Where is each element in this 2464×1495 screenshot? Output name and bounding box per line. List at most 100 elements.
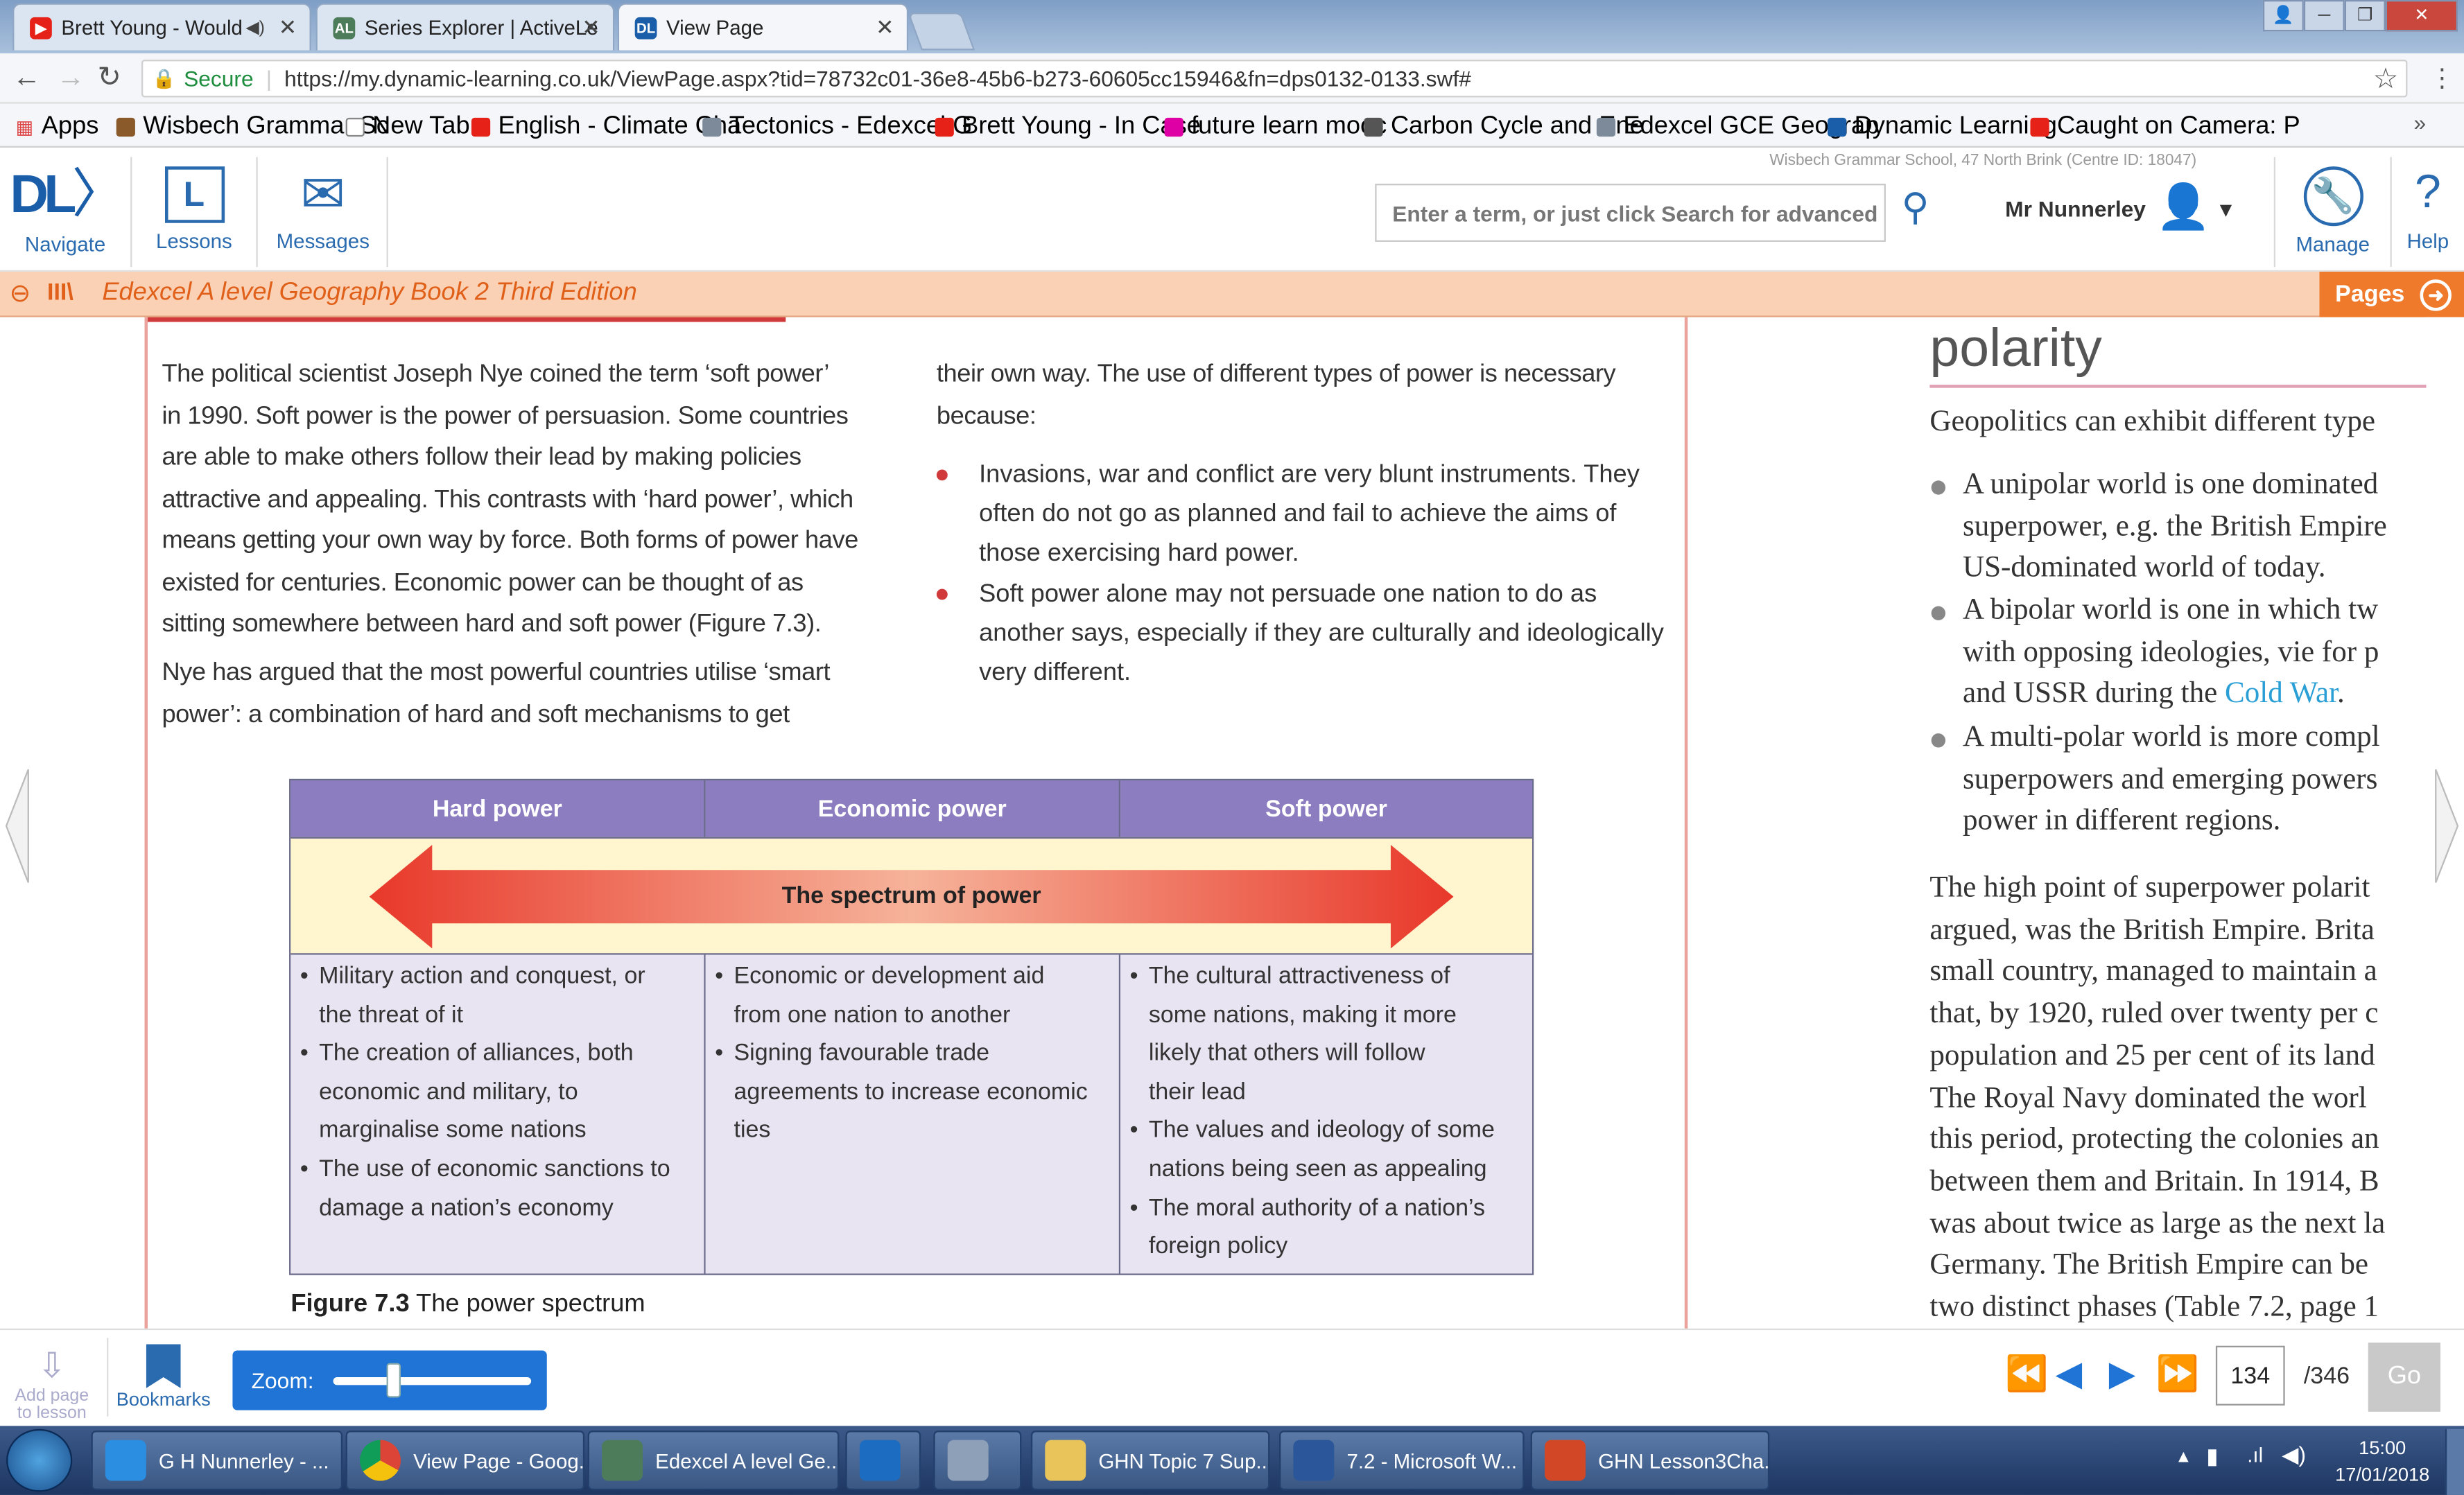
dl-logo-icon: DL〉	[10, 164, 125, 225]
secure-label: Secure	[184, 66, 254, 91]
last-page-icon[interactable]: ⏩	[2156, 1354, 2199, 1395]
bookmark-dynamic-learning[interactable]: Dynamic Learning	[1828, 113, 2057, 141]
close-tab-icon[interactable]: ✕	[582, 14, 600, 41]
arrow-right-icon: ➜	[2420, 279, 2452, 311]
star-icon[interactable]: ☆	[2373, 63, 2399, 96]
tray-expand-icon[interactable]: ▲	[2175, 1448, 2192, 1467]
previous-page-icon[interactable]: ◀	[2056, 1354, 2082, 1395]
go-button[interactable]: Go	[2368, 1343, 2441, 1412]
next-page-arrow-icon[interactable]	[2433, 767, 2461, 886]
word-icon	[1293, 1440, 1335, 1481]
start-button[interactable]	[6, 1428, 73, 1492]
page-top-rule	[148, 317, 786, 322]
lessons-button[interactable]: L Lessons	[132, 157, 258, 268]
help-button[interactable]: ? Help	[2392, 157, 2464, 268]
system-clock[interactable]: 15:00 17/01/2018	[2329, 1435, 2436, 1489]
signal-icon[interactable]: .ıl	[2247, 1443, 2263, 1467]
maximize-button[interactable]: ❐	[2344, 0, 2386, 32]
bookmark-new-tab[interactable]: New Tab	[345, 113, 470, 141]
user-dropdown-icon[interactable]: ▼	[2216, 198, 2236, 221]
next-page-icon[interactable]: ▶	[2109, 1354, 2135, 1395]
bookmark-caught-on-camera[interactable]: Caught on Camera: P	[2030, 113, 2300, 141]
bookmark-tectonics[interactable]: Tectonics - Edexcel G	[702, 113, 972, 141]
spectrum-row: The spectrum of power	[290, 837, 1532, 955]
taskbar-explorer[interactable]: GHN Topic 7 Sup...	[1030, 1431, 1270, 1491]
soft-power-list: The cultural attractiveness ofsome natio…	[1130, 958, 1495, 1267]
powerpoint-icon	[1545, 1440, 1586, 1481]
chrome-icon	[360, 1440, 401, 1481]
list-item: The cultural attractiveness ofsome natio…	[1130, 958, 1495, 1112]
tab-brett-young[interactable]: ▶ Brett Young - Would ◀) ✕	[12, 3, 311, 51]
book-title: Edexcel A level Geography Book 2 Third E…	[102, 279, 637, 306]
header-soft-power: Soft power	[1120, 780, 1532, 837]
question-icon: ?	[2414, 166, 2441, 218]
header-hard-power: Hard power	[290, 780, 706, 837]
reload-icon[interactable]: ↻	[98, 61, 121, 94]
envelope-icon: ✉	[300, 164, 346, 225]
taskbar-powerpoint[interactable]: GHN Lesson3Cha...	[1530, 1431, 1770, 1491]
bookmark-brett-young[interactable]: Brett Young - In Case	[935, 113, 1201, 141]
volume-icon[interactable]: ◀)	[2282, 1442, 2306, 1469]
search-input[interactable]: Enter a term, or just click Search for a…	[1375, 184, 1886, 242]
bullet-multipolar: A multi-polar world is more compl superp…	[1931, 717, 2380, 843]
previous-page-arrow-icon[interactable]	[3, 767, 32, 886]
zoom-track[interactable]	[333, 1377, 532, 1385]
bookmark-futurelearn[interactable]: future learn mooc	[1164, 113, 1387, 141]
bookmark-english[interactable]: English - Climate Cha	[471, 113, 741, 141]
taskbar-activelearn[interactable]: Edexcel A level Ge...	[587, 1431, 840, 1491]
add-page-icon: ⇩	[37, 1345, 67, 1385]
user-profile-icon[interactable]: 👤	[2262, 0, 2304, 32]
close-window-button[interactable]: ✕	[2385, 0, 2458, 32]
minimize-button[interactable]: ─	[2303, 0, 2345, 32]
manage-button[interactable]: 🔧 Manage	[2273, 157, 2392, 268]
add-page-button[interactable]: ⇩ Add page to lesson	[6, 1344, 97, 1422]
close-tab-icon[interactable]: ✕	[279, 14, 297, 41]
figure-caption: Figure 7.3 The power spectrum	[290, 1291, 645, 1318]
bookmark-apps[interactable]: ▦ Apps	[16, 113, 99, 141]
audio-icon: ◀)	[245, 19, 265, 38]
taskbar-chrome[interactable]: View Page - Goog...	[345, 1431, 585, 1491]
page-number-input[interactable]: 134	[2215, 1345, 2285, 1406]
library-icon[interactable]: III\	[47, 279, 73, 306]
lock-icon: 🔒	[152, 67, 176, 90]
more-bookmarks-icon[interactable]: »	[2413, 110, 2426, 135]
search-icon[interactable]: ⚲	[1902, 185, 1929, 231]
activelearn-icon	[602, 1440, 643, 1481]
taskbar-program[interactable]	[933, 1431, 1022, 1491]
wrench-icon: 🔧	[2302, 166, 2363, 227]
close-tab-icon[interactable]: ✕	[876, 14, 894, 41]
navigate-button[interactable]: DL〉 Navigate	[0, 157, 132, 268]
url-text: https://my.dynamic-learning.co.uk/ViewPa…	[284, 66, 1471, 91]
intro-text: Geopolitics can exhibit different type	[1929, 405, 2376, 439]
pages-button[interactable]: Pages ➜	[2319, 271, 2464, 317]
activelearn-icon: AL	[333, 16, 356, 39]
menu-icon[interactable]: ⋮	[2429, 63, 2454, 94]
youtube-icon	[2030, 117, 2049, 137]
tab-series-explorer[interactable]: AL Series Explorer | ActiveLe ✕	[315, 3, 615, 51]
user-avatar-icon[interactable]: 👤	[2156, 181, 2211, 233]
taskbar-outlook[interactable]	[845, 1431, 921, 1491]
forward-icon[interactable]: →	[57, 61, 85, 94]
zoom-slider-handle[interactable]	[386, 1363, 401, 1398]
network-icon[interactable]: ▮	[2206, 1443, 2218, 1470]
taskbar-word[interactable]: 7.2 - Microsoft W...	[1279, 1431, 1525, 1491]
back-arrow-icon[interactable]: ⊖	[10, 278, 31, 309]
school-crest-icon	[116, 117, 135, 137]
list-item: Military action and conquest, orthe thre…	[300, 958, 670, 1035]
cold-war-link[interactable]: Cold War	[2225, 677, 2337, 710]
tab-view-page[interactable]: DL View Page ✕	[617, 3, 909, 51]
user-name[interactable]: Mr Nunnerley	[2005, 196, 2146, 221]
first-page-icon[interactable]: ⏪	[2005, 1354, 2048, 1395]
bullet-bipolar: A bipolar world is one in which tw with …	[1931, 591, 2379, 717]
bookmark-icon	[146, 1344, 181, 1388]
back-icon[interactable]: ←	[12, 61, 41, 94]
separator: |	[266, 66, 272, 91]
messages-button[interactable]: ✉ Messages	[259, 157, 388, 268]
bullet-dot	[936, 588, 948, 600]
url-bar[interactable]: 🔒 Secure | https://my.dynamic-learning.c…	[141, 60, 2408, 98]
show-desktop-button[interactable]	[2445, 1428, 2464, 1495]
bookmarks-button[interactable]: Bookmarks	[113, 1344, 214, 1410]
taskbar-ie[interactable]: G H Nunnerley - ...	[91, 1431, 343, 1491]
folder-icon	[1045, 1440, 1086, 1481]
futurelearn-icon	[1164, 117, 1183, 137]
